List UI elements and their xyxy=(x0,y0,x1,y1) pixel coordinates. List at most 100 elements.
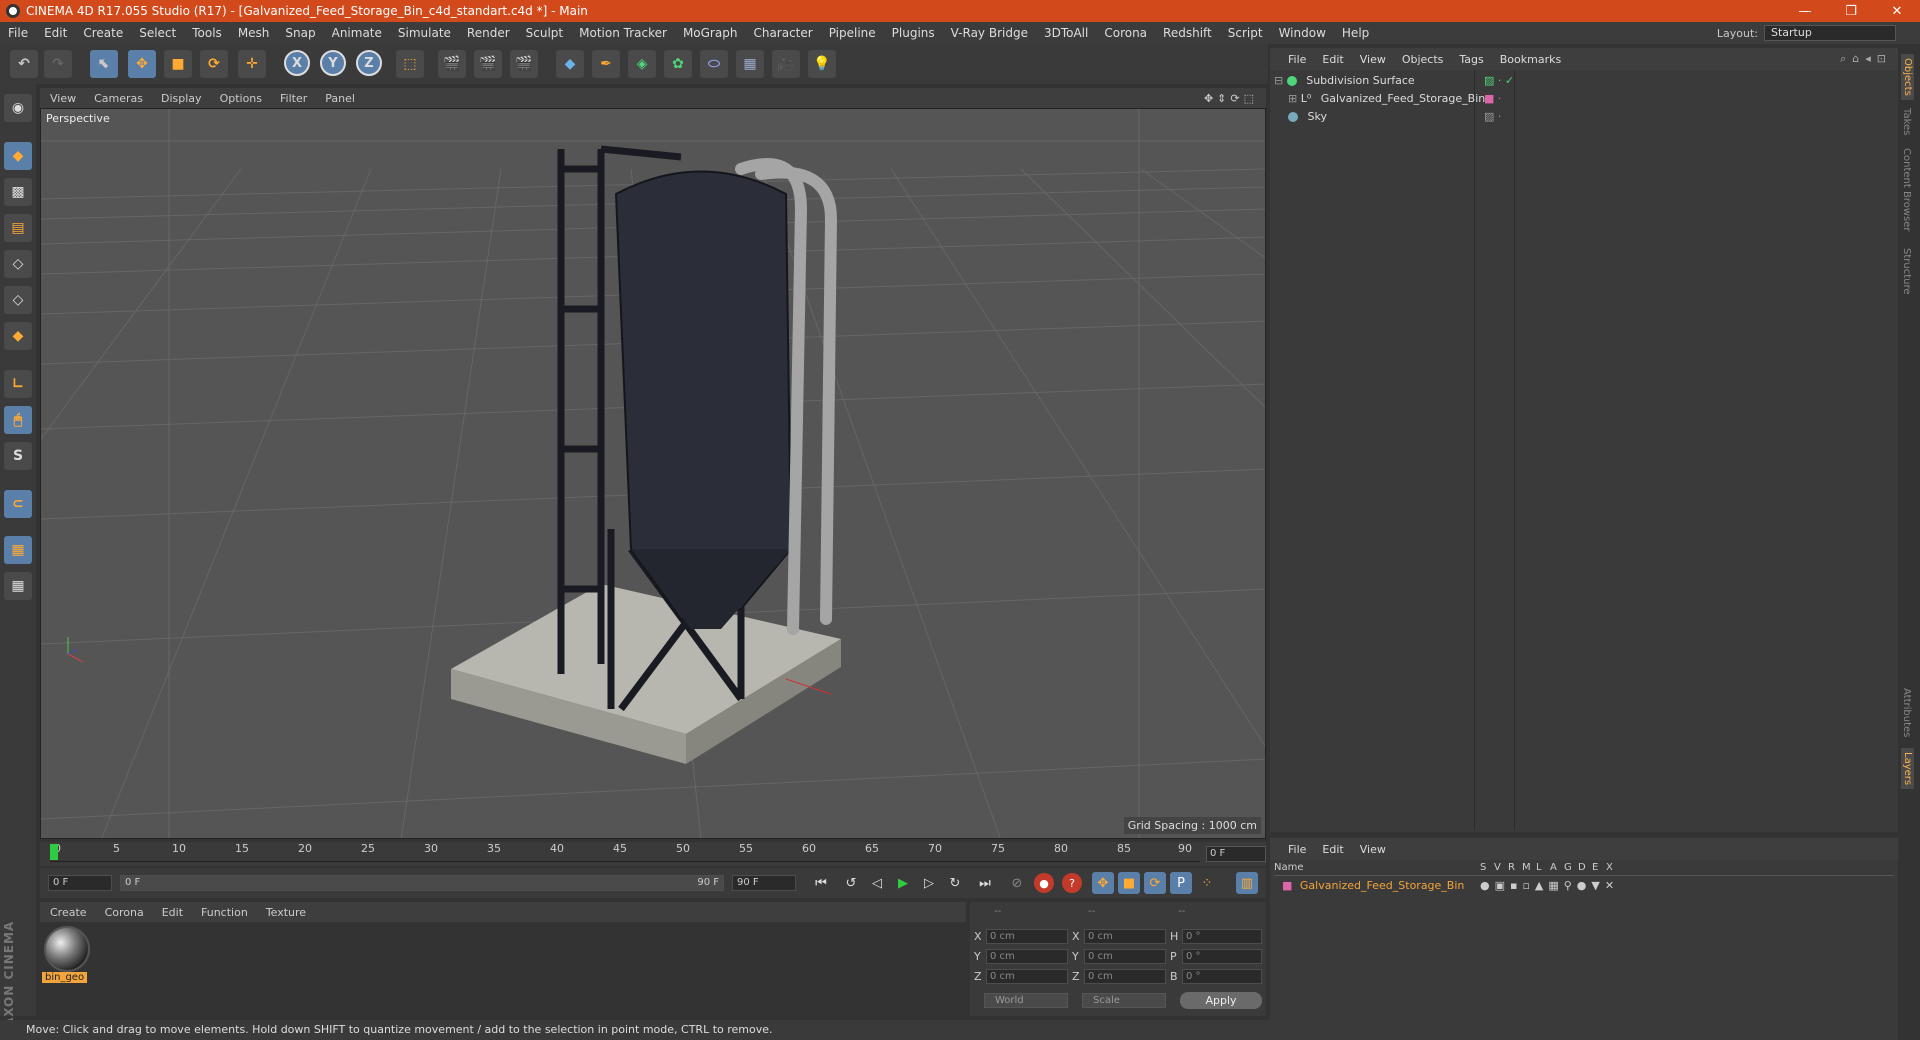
layer-color-icon[interactable]: ■ xyxy=(1282,879,1292,892)
rotation-p-field[interactable]: 0 ° xyxy=(1182,949,1262,964)
size-mode-dropdown[interactable]: Scale xyxy=(1082,993,1166,1008)
rotation-b-field[interactable]: 0 ° xyxy=(1182,969,1262,984)
menu-script[interactable]: Script xyxy=(1220,26,1271,40)
layer-name[interactable]: Galvanized_Feed_Storage_Bin xyxy=(1300,879,1464,892)
material-name[interactable]: bin_geo xyxy=(42,972,88,983)
tab-attributes[interactable]: Attributes xyxy=(1901,688,1912,737)
scale-tool-icon[interactable]: ■ xyxy=(164,50,192,78)
next-frame-icon[interactable]: ▷ xyxy=(918,872,940,894)
layout-dropdown[interactable]: Startup xyxy=(1764,25,1896,41)
menu-simulate[interactable]: Simulate xyxy=(390,26,459,40)
viewport-menu-panel[interactable]: Panel xyxy=(315,92,363,105)
key-parameter-icon[interactable]: P xyxy=(1170,872,1192,894)
menu-mograph[interactable]: MoGraph xyxy=(675,26,746,40)
tab-layers[interactable]: Layers xyxy=(1901,748,1914,790)
material-menu-texture[interactable]: Texture xyxy=(256,906,314,919)
workplane-icon[interactable]: ▤ xyxy=(4,214,32,242)
menu-pipeline[interactable]: Pipeline xyxy=(821,26,884,40)
object-name[interactable]: Subdivision Surface xyxy=(1306,74,1414,87)
key-position-icon[interactable]: ✥ xyxy=(1092,872,1114,894)
position-x-field[interactable]: 0 cm xyxy=(986,929,1068,944)
tab-objects[interactable]: Objects xyxy=(1901,54,1914,100)
live-selection-icon[interactable]: ⬉ xyxy=(90,50,118,78)
rotation-h-field[interactable]: 0 ° xyxy=(1182,929,1262,944)
size-x-field[interactable]: 0 cm xyxy=(1084,929,1166,944)
points-mode-icon[interactable]: ◇ xyxy=(4,250,32,278)
visibility-checkmark-icon[interactable]: ▨ · ✓ xyxy=(1484,72,1514,90)
timeline-ruler[interactable]: 0 5 10 15 20 25 30 35 40 45 50 55 60 65 … xyxy=(50,842,1200,862)
layer-row[interactable]: ■ Galvanized_Feed_Storage_Bin ●▣▪▫▲▦⚲●▼✕ xyxy=(1274,878,1894,894)
menu-mesh[interactable]: Mesh xyxy=(230,26,278,40)
position-z-field[interactable]: 0 cm xyxy=(986,969,1068,984)
texture-mode-icon[interactable]: ▩ xyxy=(4,178,32,206)
redo-icon[interactable]: ↷ xyxy=(44,50,72,78)
menu-help[interactable]: Help xyxy=(1334,26,1377,40)
menu-render[interactable]: Render xyxy=(459,26,518,40)
menu-select[interactable]: Select xyxy=(131,26,184,40)
grid-lock-icon[interactable]: ▦ xyxy=(4,536,32,564)
render-settings-icon[interactable]: 🎬 xyxy=(510,50,538,78)
viewport-menu-view[interactable]: View xyxy=(40,92,84,105)
material-preview-icon[interactable] xyxy=(44,926,90,972)
viewport-solo-icon[interactable]: ▦ xyxy=(4,572,32,600)
material-menu-create[interactable]: Create xyxy=(40,906,95,919)
viewport-nav-icons[interactable]: ✥⇕⟳⬚ xyxy=(1204,92,1266,105)
objects-menu-tags[interactable]: Tags xyxy=(1451,53,1491,66)
tweak-mode-icon[interactable]: 🖱 xyxy=(4,406,32,434)
magnet-icon[interactable]: ⊂ xyxy=(4,490,32,518)
menu-plugins[interactable]: Plugins xyxy=(884,26,943,40)
camera-icon[interactable]: 🎥 xyxy=(772,50,800,78)
expand-icon[interactable]: ⊞ xyxy=(1288,92,1297,105)
layer-color-icon[interactable]: ■ · xyxy=(1484,90,1501,108)
size-y-field[interactable]: 0 cm xyxy=(1084,949,1166,964)
material-menu-corona[interactable]: Corona xyxy=(95,906,152,919)
object-manager-search-icon[interactable]: ⌕⌂◂⊡ xyxy=(1840,52,1898,66)
tab-structure[interactable]: Structure xyxy=(1901,248,1912,295)
keyframe-selection-icon[interactable]: ? xyxy=(1062,873,1082,893)
visibility-dots-icon[interactable]: ▨ · xyxy=(1484,108,1501,126)
objects-menu-bookmarks[interactable]: Bookmarks xyxy=(1492,53,1569,66)
apply-button[interactable]: Apply xyxy=(1180,992,1262,1009)
rotate-tool-icon[interactable]: ⟳ xyxy=(200,50,228,78)
playhead[interactable] xyxy=(50,844,58,860)
previous-frame-icon[interactable]: ◁ xyxy=(866,872,888,894)
deformer-icon[interactable]: ⬭ xyxy=(700,50,728,78)
objects-menu-view[interactable]: View xyxy=(1352,53,1394,66)
menu-vray-bridge[interactable]: V-Ray Bridge xyxy=(943,26,1036,40)
menu-file[interactable]: File xyxy=(0,26,36,40)
menu-window[interactable]: Window xyxy=(1271,26,1334,40)
viewport-menu-display[interactable]: Display xyxy=(151,92,210,105)
key-rotation-icon[interactable]: ⟳ xyxy=(1144,872,1166,894)
move-tool-icon[interactable]: ✥ xyxy=(128,50,156,78)
tab-takes[interactable]: Takes xyxy=(1901,108,1912,135)
layers-menu-edit[interactable]: Edit xyxy=(1314,843,1351,856)
menu-character[interactable]: Character xyxy=(745,26,820,40)
polygons-mode-icon[interactable]: ◆ xyxy=(4,322,32,350)
object-row[interactable]: ⊟ Subdivision Surface ▨ · ✓ xyxy=(1274,72,1894,90)
menu-edit[interactable]: Edit xyxy=(36,26,75,40)
menu-animate[interactable]: Animate xyxy=(324,26,390,40)
snap-icon[interactable]: S xyxy=(4,442,32,470)
render-to-picture-viewer-icon[interactable]: 🎬 xyxy=(474,50,502,78)
menu-corona[interactable]: Corona xyxy=(1096,26,1155,40)
collapse-icon[interactable]: ⊟ xyxy=(1274,74,1283,87)
menu-motion-tracker[interactable]: Motion Tracker xyxy=(571,26,675,40)
object-name[interactable]: Sky xyxy=(1308,110,1327,123)
menu-redshift[interactable]: Redshift xyxy=(1155,26,1220,40)
objects-menu-objects[interactable]: Objects xyxy=(1394,53,1452,66)
menu-tools[interactable]: Tools xyxy=(184,26,230,40)
key-pla-icon[interactable]: ⁘ xyxy=(1196,872,1218,894)
menu-create[interactable]: Create xyxy=(75,26,131,40)
light-icon[interactable]: 💡 xyxy=(808,50,836,78)
menu-sculpt[interactable]: Sculpt xyxy=(518,26,571,40)
position-y-field[interactable]: 0 cm xyxy=(986,949,1068,964)
viewport-menu-filter[interactable]: Filter xyxy=(270,92,315,105)
menu-snap[interactable]: Snap xyxy=(277,26,323,40)
object-row[interactable]: Sky ▨ · xyxy=(1274,108,1894,126)
timeline[interactable]: 0 5 10 15 20 25 30 35 40 45 50 55 60 65 … xyxy=(40,842,1266,866)
object-row[interactable]: ⊞ L⁰ Galvanized_Feed_Storage_Bin ■ · xyxy=(1274,90,1894,108)
make-editable-icon[interactable]: ◉ xyxy=(4,94,32,122)
restore-icon[interactable]: ❐ xyxy=(1828,4,1874,19)
z-axis-lock-icon[interactable]: Z xyxy=(356,50,382,76)
current-frame-field[interactable]: 0 F xyxy=(1206,846,1266,862)
